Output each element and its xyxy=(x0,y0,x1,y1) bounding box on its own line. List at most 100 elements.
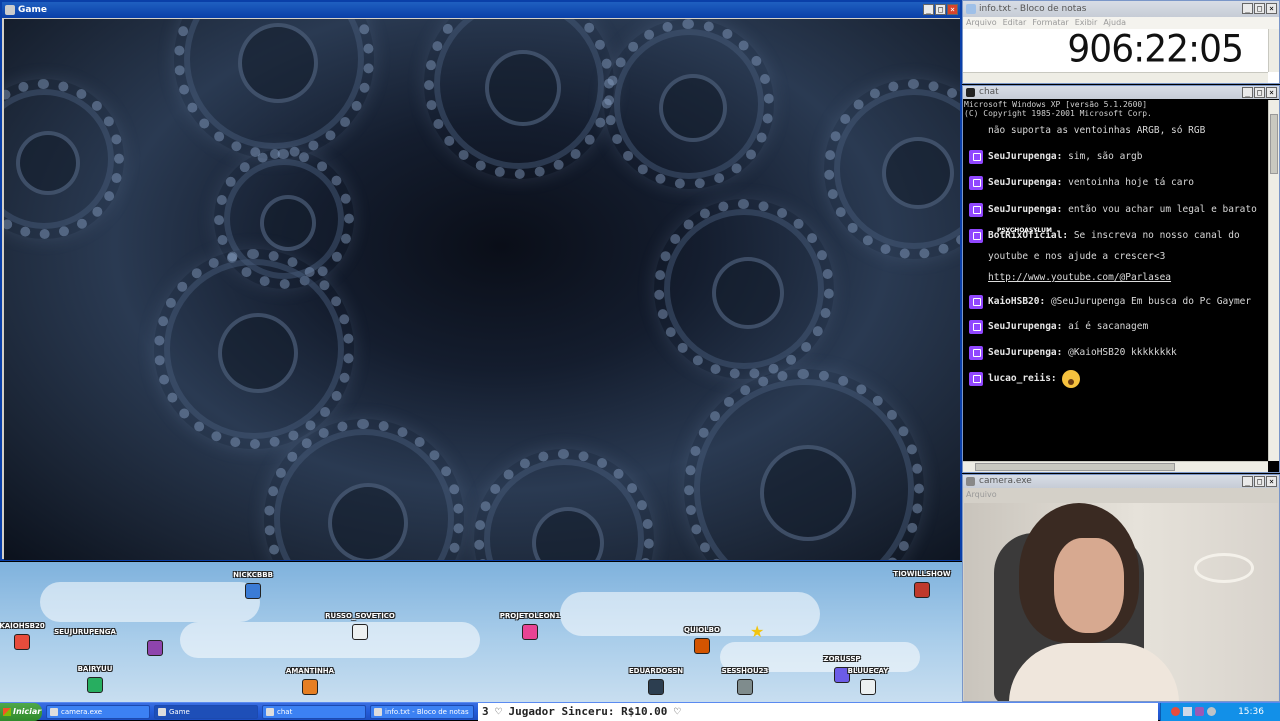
system-line: (C) Copyright 1985-2001 Microsoft Corp. xyxy=(964,109,1152,118)
game-canvas[interactable] xyxy=(4,19,960,560)
update-icon[interactable] xyxy=(1207,707,1216,716)
tray-icons[interactable] xyxy=(1171,707,1216,716)
notepad-icon xyxy=(966,4,976,14)
close-button[interactable]: × xyxy=(947,4,958,15)
avatar-name: ZORUSSP xyxy=(823,655,861,663)
volume-icon[interactable] xyxy=(1195,707,1204,716)
avatar-sprite xyxy=(87,677,103,693)
chat-message: lucao_reiis: xyxy=(964,368,1268,389)
menu-arquivo[interactable]: Arquivo xyxy=(966,17,997,29)
chat-log: Microsoft Windows XP [versão 5.1.2600] (… xyxy=(964,100,1268,462)
game-app-icon xyxy=(5,5,15,15)
chat-vscroll[interactable] xyxy=(1268,100,1279,461)
menu-formatar[interactable]: Formatar xyxy=(1032,17,1068,29)
avatar-sprite xyxy=(648,679,664,695)
minimize-button[interactable]: _ xyxy=(1242,3,1253,14)
avatar-name: PROJETOLEON1 xyxy=(499,612,561,620)
task-label: camera.exe xyxy=(61,708,103,716)
avatar-sprite xyxy=(302,679,318,695)
menu-editar[interactable]: Editar xyxy=(1003,17,1027,29)
game-titlebar[interactable]: Game _ □ × xyxy=(2,2,960,18)
avatar-name: EDUARDOSSN xyxy=(628,667,684,675)
gear-decoration xyxy=(824,79,960,259)
notepad-titlebar[interactable]: info.txt - Bloco de notas _ □ × xyxy=(963,1,1279,17)
twitch-badge-icon xyxy=(969,229,983,243)
timer-display: 906:22:05 xyxy=(1067,27,1244,72)
start-button[interactable]: Iniciar xyxy=(0,703,42,721)
notepad-title: info.txt - Bloco de notas xyxy=(979,4,1087,14)
overlay-name: PSYCHOASYLUM xyxy=(997,227,1052,234)
chat-titlebar[interactable]: chat _ □ × xyxy=(963,86,1279,99)
menu-arquivo[interactable]: Arquivo xyxy=(966,488,997,501)
task-camera[interactable]: camera.exe xyxy=(46,705,150,719)
twitch-badge-icon xyxy=(969,150,983,164)
youtube-link[interactable]: http://www.youtube.com/@Parlasea xyxy=(988,272,1171,283)
notepad-hscroll[interactable] xyxy=(963,72,1268,83)
game-window[interactable]: Game _ □ × xyxy=(0,0,962,561)
network-icon[interactable] xyxy=(1183,707,1192,716)
message-user: lucao_reiis: xyxy=(988,373,1057,384)
message-user: SeuJurupenga: xyxy=(988,204,1063,215)
scroll-thumb[interactable] xyxy=(975,463,1175,471)
notepad-window[interactable]: info.txt - Bloco de notas _ □ × Arquivo … xyxy=(962,0,1280,84)
close-button[interactable]: × xyxy=(1266,87,1277,98)
chat-message: SeuJurupenga: ventoinha hoje tá caro xyxy=(964,170,1268,196)
maximize-button[interactable]: □ xyxy=(1254,3,1265,14)
avatar-name: SESSHOU23 xyxy=(721,667,769,675)
message-text: sim, são argb xyxy=(1068,151,1143,162)
task-label: info.txt - Bloco de notas xyxy=(385,708,469,716)
minimize-button[interactable]: _ xyxy=(923,4,934,15)
gear-decoration xyxy=(604,19,774,189)
task-label: chat xyxy=(277,708,293,716)
minimize-button[interactable]: _ xyxy=(1242,87,1253,98)
task-label: Game xyxy=(169,708,190,716)
camera-menubar: Arquivo xyxy=(963,488,1279,501)
maximize-button[interactable]: □ xyxy=(1254,476,1265,487)
close-button[interactable]: × xyxy=(1266,3,1277,14)
chat-window[interactable]: chat _ □ × Microsoft Windows XP [versão … xyxy=(962,85,1280,473)
chat-hscroll[interactable] xyxy=(963,461,1268,472)
avatar-name: QUIOLBO xyxy=(684,626,720,634)
astonished-emoji-icon xyxy=(1062,369,1081,388)
avatar-name: SEUJURUPENGA xyxy=(54,628,116,636)
close-button[interactable]: × xyxy=(1266,476,1277,487)
gear-decoration xyxy=(474,449,654,560)
camera-window[interactable]: camera.exe _ □ × Arquivo xyxy=(962,474,1280,702)
stream-avatar-strip: NICKCBBB TIOWILLSHOW KAIOHSB20 SEUJURUPE… xyxy=(0,562,962,702)
shield-icon[interactable] xyxy=(1171,707,1180,716)
task-notepad[interactable]: info.txt - Bloco de notas xyxy=(370,705,474,719)
game-title: Game xyxy=(18,5,47,15)
avatar-sprite xyxy=(860,679,876,695)
scroll-thumb[interactable] xyxy=(1270,114,1278,174)
lamp-shape xyxy=(1194,553,1254,583)
chat-message: KaioHSB20: @SeuJurupenga Em busca do Pc … xyxy=(964,291,1268,312)
message-text: então vou achar um legal e barato xyxy=(1068,204,1257,215)
task-game[interactable]: Game xyxy=(154,705,258,719)
avatar-sprite xyxy=(694,638,710,654)
twitch-badge-icon xyxy=(969,176,983,190)
avatar-sprite xyxy=(737,679,753,695)
maximize-button[interactable]: □ xyxy=(1254,87,1265,98)
twitch-badge-icon xyxy=(969,203,983,217)
gear-decoration xyxy=(154,249,354,449)
notepad-vscroll[interactable] xyxy=(1268,29,1279,72)
minimize-button[interactable]: _ xyxy=(1242,476,1253,487)
twitch-badge-icon xyxy=(969,346,983,360)
gear-decoration xyxy=(174,19,374,159)
avatar-name: BLUUECAY xyxy=(847,667,889,675)
camera-titlebar[interactable]: camera.exe _ □ × xyxy=(963,475,1279,488)
avatar-name: BAIRYUU xyxy=(77,665,113,673)
system-tray: 15:36 xyxy=(1160,703,1280,721)
clock[interactable]: 15:36 xyxy=(1238,703,1264,721)
maximize-button[interactable]: □ xyxy=(935,4,946,15)
message-text: ventoinha hoje tá caro xyxy=(1068,177,1194,188)
message-user: KaioHSB20: xyxy=(988,296,1046,307)
gear-decoration xyxy=(684,369,924,560)
avatar-sprite xyxy=(352,624,368,640)
camera-app-icon xyxy=(966,477,975,486)
avatar-name: RUSSO_SOVETICO xyxy=(325,612,395,620)
task-chat[interactable]: chat xyxy=(262,705,366,719)
gear-decoration xyxy=(4,79,124,239)
gear-decoration xyxy=(424,19,614,179)
chat-message: SeuJurupenga: @KaioHSB20 kkkkkkkk xyxy=(964,342,1268,363)
